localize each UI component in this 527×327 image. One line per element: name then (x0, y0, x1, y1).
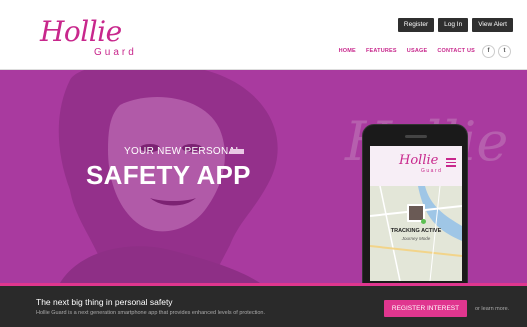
journey-mode-label: Journey Mode (401, 236, 431, 241)
main-nav: HOME FEATURES USAGE CONTACT US (339, 48, 475, 54)
promo-bar: The next big thing in personal safety Ho… (0, 286, 527, 327)
learn-more-link[interactable]: or learn more. (475, 306, 509, 312)
login-button[interactable]: Log In (438, 18, 469, 32)
hero-banner: Hollie YOUR NEW PERSONAL SAFETY APP Holl… (0, 70, 527, 283)
nav-home[interactable]: HOME (339, 48, 356, 54)
tagline-accent-bar (230, 149, 244, 154)
social-links: f t (482, 45, 511, 58)
app-logo-subtitle: Guard (421, 168, 443, 174)
nav-contact[interactable]: CONTACT US (437, 48, 475, 54)
twitter-icon[interactable]: t (498, 45, 511, 58)
account-buttons: Register Log In View Alert (397, 18, 513, 32)
hamburger-menu-icon (446, 158, 456, 169)
portrait-shoulder (60, 246, 260, 283)
promo-title: The next big thing in personal safety (36, 297, 173, 307)
phone-mockup: Hollie Guard TRACKING ACTIVE Journey Mod… (362, 124, 468, 283)
app-header: Hollie Guard (370, 146, 462, 186)
app-logo-script: Hollie (399, 153, 439, 168)
site-header: Hollie Guard Register Log In View Alert … (0, 0, 527, 70)
view-alert-button[interactable]: View Alert (472, 18, 513, 32)
register-button[interactable]: Register (397, 18, 435, 32)
hero-tagline-small: YOUR NEW PERSONAL (124, 146, 242, 157)
phone-screen: Hollie Guard TRACKING ACTIVE Journey Mod… (370, 146, 462, 281)
facebook-icon[interactable]: f (482, 45, 495, 58)
hero-tagline-big: SAFETY APP (86, 160, 251, 190)
promo-description: Hollie Guard is a next generation smartp… (36, 310, 266, 316)
phone-speaker (405, 135, 427, 138)
register-interest-button[interactable]: REGISTER INTEREST (384, 300, 467, 317)
nav-features[interactable]: FEATURES (366, 48, 397, 54)
nav-usage[interactable]: USAGE (407, 48, 428, 54)
tracking-status: TRACKING ACTIVE (390, 228, 442, 234)
logo-script: Hollie (40, 15, 122, 48)
logo-subtitle: Guard (94, 47, 137, 58)
active-status-icon (421, 219, 426, 224)
hollie-guard-logo[interactable]: Hollie Guard (40, 16, 140, 62)
